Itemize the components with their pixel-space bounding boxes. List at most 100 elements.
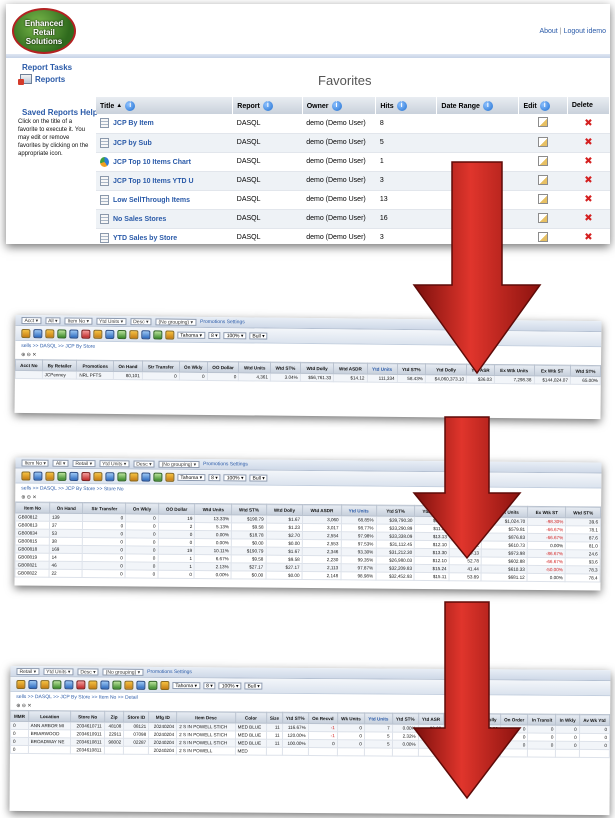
- filter-icon[interactable]: [100, 680, 110, 690]
- grid-column-header[interactable]: Item No: [15, 501, 50, 514]
- font-select[interactable]: Tahoma: [172, 681, 201, 689]
- about-link[interactable]: About: [539, 28, 557, 35]
- toolbar-dropdown[interactable]: Ytd Units: [95, 317, 127, 325]
- toolbar-dropdown[interactable]: Ytd Units: [43, 667, 74, 675]
- excel-icon[interactable]: [88, 679, 98, 690]
- grid-column-header[interactable]: OO Dollar: [207, 361, 239, 373]
- grid-column-header[interactable]: Wtd Dolly: [266, 504, 303, 516]
- grid-column-header[interactable]: Wtd Units: [194, 503, 232, 515]
- pdf-icon[interactable]: [76, 679, 86, 689]
- company-logo[interactable]: Enhanced Retail Solutions: [12, 8, 76, 54]
- grid-column-header[interactable]: Wtd ST%: [565, 506, 601, 519]
- grid-column-header[interactable]: Wtd ST%: [231, 503, 267, 516]
- zoom-select[interactable]: 100%: [223, 331, 247, 339]
- pdf-icon[interactable]: [81, 329, 91, 339]
- delete-icon[interactable]: ✖: [584, 156, 592, 167]
- delete-icon[interactable]: ✖: [584, 194, 592, 205]
- size-select[interactable]: 8: [207, 331, 221, 339]
- toolbar-dropdown[interactable]: Acct: [21, 316, 42, 324]
- bar-chart-icon[interactable]: [141, 329, 151, 339]
- grid-column-header[interactable]: Wtd ST%: [270, 362, 301, 374]
- grid-column-header[interactable]: Wtd Units: [238, 361, 271, 374]
- favorite-title-link[interactable]: JCP Top 10 Items Chart: [113, 158, 191, 165]
- promotions-settings-link[interactable]: Promotions Settings: [147, 669, 192, 675]
- toolbar-dropdown[interactable]: All: [45, 316, 61, 324]
- line-icon[interactable]: [165, 472, 175, 482]
- grid-column-header[interactable]: On Recvd: [308, 712, 338, 724]
- info-icon[interactable]: i: [262, 100, 273, 111]
- info-icon[interactable]: i: [539, 100, 550, 111]
- grid-column-header[interactable]: In Transit: [528, 714, 557, 726]
- grid-column-header[interactable]: Store ID: [123, 711, 149, 723]
- edit-icon[interactable]: [538, 117, 549, 128]
- delete-icon[interactable]: ✖: [584, 175, 592, 186]
- promotions-settings-link[interactable]: Promotions Settings: [203, 461, 248, 467]
- line-icon[interactable]: [160, 680, 170, 690]
- print-icon[interactable]: [69, 328, 79, 339]
- table-icon[interactable]: [112, 680, 122, 690]
- toolbar-dropdown[interactable]: Desc: [77, 667, 99, 676]
- folder-icon[interactable]: [21, 470, 31, 481]
- delete-icon[interactable]: ✖: [584, 118, 592, 129]
- favorite-title-link[interactable]: JCP Top 10 Items YTD U: [113, 177, 194, 184]
- save-icon[interactable]: [33, 328, 43, 338]
- favorites-icon[interactable]: [45, 471, 55, 481]
- grid-column-header[interactable]: On Hand: [49, 502, 84, 514]
- grid-column-header[interactable]: On Hand: [113, 360, 143, 372]
- toolbar-dropdown[interactable]: Ytd Units: [99, 459, 130, 467]
- grid-column-header[interactable]: Zip: [104, 711, 124, 723]
- grid-column-header[interactable]: Size: [266, 712, 283, 724]
- favorites-icon[interactable]: [45, 328, 55, 338]
- grid-column-header[interactable]: Store No: [71, 710, 105, 723]
- style-select[interactable]: Bull: [249, 331, 268, 340]
- grid-column-header[interactable]: On Wkly: [125, 502, 159, 515]
- print-icon[interactable]: [69, 471, 79, 481]
- favorite-title-link[interactable]: JCP by Sub: [113, 139, 152, 146]
- chart-icon[interactable]: [129, 471, 139, 482]
- table-icon[interactable]: [117, 329, 127, 339]
- grid-column-header[interactable]: Location: [28, 710, 72, 722]
- toolbar-dropdown[interactable]: (No grouping): [155, 317, 197, 326]
- info-icon[interactable]: i: [331, 100, 342, 111]
- line-icon[interactable]: [165, 330, 175, 340]
- toolbar-dropdown[interactable]: Desc: [133, 459, 155, 468]
- grid-column-header[interactable]: In Wkly: [556, 714, 580, 726]
- toolbar-dropdown[interactable]: Desc: [130, 317, 152, 325]
- grid-column-header[interactable]: Ytd ST%: [282, 712, 309, 724]
- filter-icon[interactable]: [105, 471, 115, 481]
- grid-column-header[interactable]: On Wkly: [179, 361, 208, 373]
- grid-column-header[interactable]: Wtd ASDR: [333, 362, 368, 375]
- reports-link[interactable]: Reports: [18, 74, 65, 85]
- logout-link[interactable]: Logout idemo: [564, 28, 606, 35]
- font-select[interactable]: Tahoma: [177, 331, 206, 339]
- toolbar-dropdown[interactable]: (No grouping): [158, 460, 200, 468]
- info-icon[interactable]: i: [396, 100, 407, 111]
- grid-column-header[interactable]: Ytd Units: [364, 712, 393, 725]
- size-select[interactable]: 8: [203, 681, 216, 689]
- folder-icon[interactable]: [16, 679, 26, 689]
- export-icon[interactable]: [52, 679, 62, 689]
- column-report[interactable]: Report i: [232, 97, 303, 114]
- export-icon[interactable]: [57, 471, 67, 481]
- grid-column-header[interactable]: Wtd Dolly: [300, 362, 334, 374]
- grid-column-header[interactable]: Ytd Units: [341, 504, 377, 517]
- font-select[interactable]: Tahoma: [177, 473, 206, 481]
- grid-column-header[interactable]: Mfg ID: [148, 711, 177, 723]
- delete-icon[interactable]: ✖: [584, 213, 592, 224]
- excel-icon[interactable]: [93, 471, 103, 481]
- table-icon[interactable]: [117, 471, 127, 481]
- pie-icon[interactable]: [153, 329, 163, 339]
- edit-icon[interactable]: [538, 136, 549, 147]
- grid-column-header[interactable]: By Retailer: [42, 359, 78, 372]
- grid-column-header[interactable]: Ytd ST%: [376, 505, 416, 517]
- column-date-range[interactable]: Date Range i: [436, 97, 520, 114]
- pdf-icon[interactable]: [81, 471, 91, 481]
- grid-column-header[interactable]: Str Transfer: [83, 502, 126, 514]
- favorite-title-link[interactable]: JCP By Item: [113, 120, 154, 127]
- promotions-settings-link[interactable]: Promotions Settings: [200, 319, 245, 325]
- save-icon[interactable]: [33, 471, 43, 481]
- toolbar-dropdown[interactable]: Retail: [72, 459, 96, 467]
- grid-column-header[interactable]: Promotions: [76, 360, 114, 372]
- column-title[interactable]: Title ▲ i: [96, 97, 234, 114]
- grid-column-header[interactable]: OO Dollar: [158, 503, 196, 515]
